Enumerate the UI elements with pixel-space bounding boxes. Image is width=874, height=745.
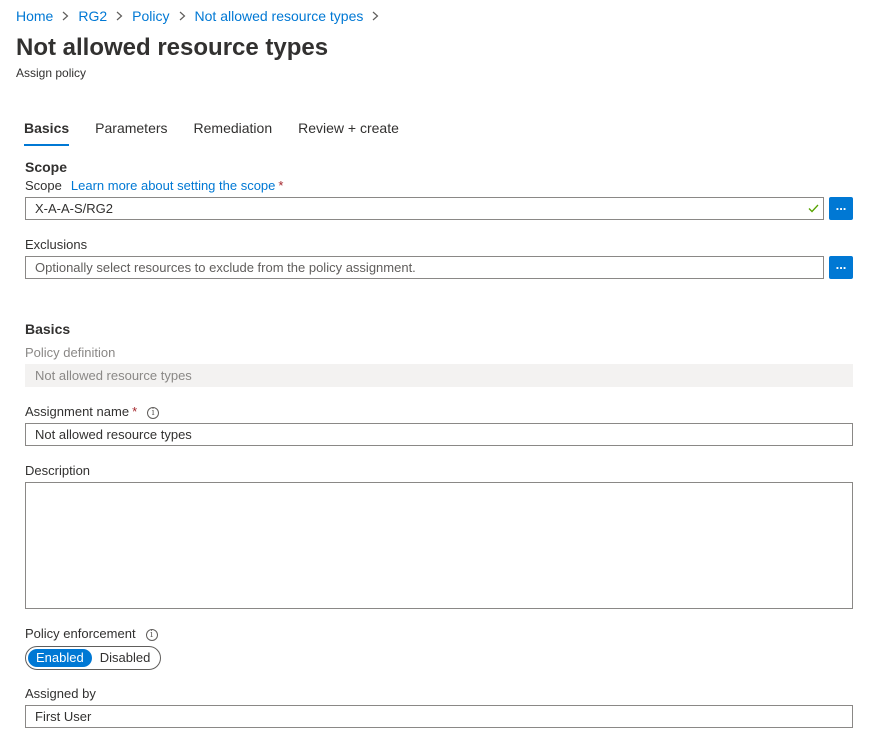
page-title: Not allowed resource types <box>16 34 329 61</box>
tab-basics[interactable]: Basics <box>24 120 70 146</box>
policy-enforcement-label: Policy enforcement <box>25 626 136 641</box>
checkmark-icon <box>808 198 819 219</box>
scope-heading: Scope <box>25 159 68 175</box>
assignment-name-field[interactable]: Not allowed resource types <box>25 423 853 446</box>
info-icon[interactable]: i <box>145 629 158 641</box>
enforcement-disabled-option[interactable]: Disabled <box>92 649 159 667</box>
required-marker: * <box>132 404 138 419</box>
breadcrumb-home[interactable]: Home <box>16 8 53 24</box>
scope-label-row: Scope Learn more about setting the scope * <box>25 178 283 193</box>
scope-field[interactable]: X-A-A-S/RG2 <box>25 197 824 220</box>
policy-definition-field: Not allowed resource types <box>25 364 853 387</box>
tab-review-create[interactable]: Review + create <box>298 120 399 143</box>
page-subtitle: Assign policy <box>16 66 87 80</box>
assigned-by-field[interactable]: First User <box>25 705 853 728</box>
exclusions-browse-button[interactable]: ... <box>829 256 853 279</box>
breadcrumb-policy[interactable]: Policy <box>132 8 169 24</box>
enforcement-enabled-option[interactable]: Enabled <box>28 649 92 667</box>
policy-enforcement-label-row: Policy enforcement i <box>25 626 158 641</box>
policy-enforcement-toggle[interactable]: Enabled Disabled <box>25 646 161 670</box>
tab-remediation[interactable]: Remediation <box>194 120 273 143</box>
description-label: Description <box>25 463 91 478</box>
exclusions-label: Exclusions <box>25 237 88 252</box>
description-textarea[interactable] <box>25 482 853 609</box>
exclusions-field[interactable]: Optionally select resources to exclude f… <box>25 256 824 279</box>
breadcrumb-current[interactable]: Not allowed resource types <box>195 8 364 24</box>
tab-bar: Basics Parameters Remediation Review + c… <box>24 120 425 146</box>
scope-learn-more-link[interactable]: Learn more about setting the scope <box>71 178 276 193</box>
chevron-right-icon <box>62 11 69 21</box>
scope-browse-button[interactable]: ... <box>829 197 853 220</box>
tab-parameters[interactable]: Parameters <box>95 120 167 143</box>
chevron-right-icon <box>116 11 123 21</box>
assignment-name-label: Assignment name <box>25 404 130 419</box>
basics-heading: Basics <box>25 321 71 337</box>
breadcrumb-rg2[interactable]: RG2 <box>78 8 107 24</box>
assigned-by-label: Assigned by <box>25 686 96 701</box>
policy-definition-label: Policy definition <box>25 345 116 360</box>
info-icon[interactable]: i <box>147 407 160 419</box>
required-marker: * <box>278 178 284 193</box>
chevron-right-icon <box>179 11 186 21</box>
scope-label: Scope <box>25 178 62 193</box>
chevron-right-icon <box>372 11 379 21</box>
breadcrumb: Home RG2 Policy Not allowed resource typ… <box>16 8 388 24</box>
scope-value: X-A-A-S/RG2 <box>35 201 114 216</box>
assignment-name-label-row: Assignment name * i <box>25 404 160 419</box>
